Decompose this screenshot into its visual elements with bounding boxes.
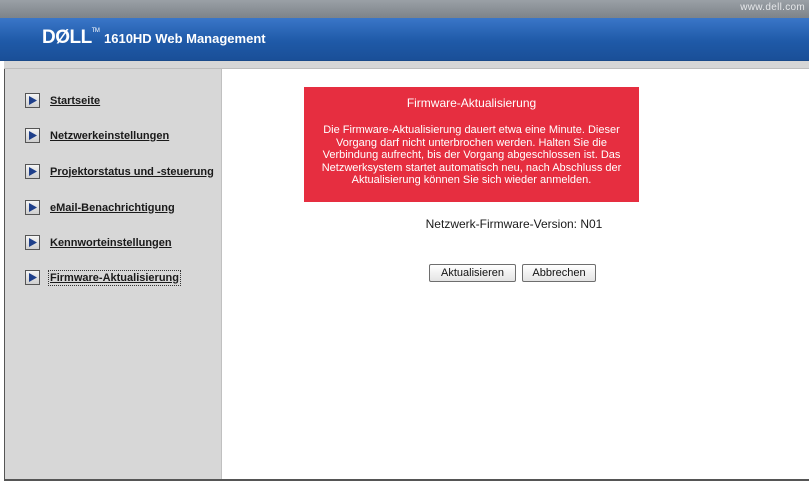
play-arrow-icon[interactable]	[25, 200, 40, 215]
update-button[interactable]: Aktualisieren	[429, 264, 516, 282]
site-url[interactable]: www.dell.com	[740, 2, 805, 13]
sidebar-item-label[interactable]: Projektorstatus und -steuerung	[50, 166, 214, 178]
cancel-button[interactable]: Abbrechen	[522, 264, 596, 282]
firmware-warning-box: Firmware-Aktualisierung Die Firmware-Akt…	[304, 87, 639, 202]
play-arrow-icon[interactable]	[25, 128, 40, 143]
sidebar-item-projektorstatus[interactable]: Projektorstatus und -steuerung	[25, 164, 214, 179]
action-buttons: Aktualisieren Abbrechen	[429, 264, 596, 282]
sidebar-item-label[interactable]: Netzwerkeinstellungen	[50, 130, 169, 142]
dell-logo: DØLLTM	[42, 27, 100, 48]
sidebar-item-kennworteinstellungen[interactable]: Kennworteinstellungen	[25, 235, 172, 250]
sidebar: Startseite Netzwerkeinstellungen Projekt…	[5, 69, 222, 479]
sidebar-item-label[interactable]: eMail-Benachrichtigung	[50, 202, 175, 214]
play-arrow-icon[interactable]	[25, 164, 40, 179]
play-arrow-icon[interactable]	[25, 93, 40, 108]
warning-message: Die Firmware-Aktualisierung dauert etwa …	[321, 124, 622, 186]
main-content: Firmware-Aktualisierung Die Firmware-Akt…	[222, 69, 809, 479]
firmware-version-text: Netzwerk-Firmware-Version: N01	[425, 217, 603, 231]
sidebar-item-firmware[interactable]: Firmware-Aktualisierung	[25, 269, 181, 286]
top-bar: www.dell.com	[0, 0, 809, 18]
sidebar-item-netzwerkeinstellungen[interactable]: Netzwerkeinstellungen	[25, 128, 169, 143]
header-separator	[4, 61, 809, 69]
header-banner: DØLLTM 1610HD Web Management	[0, 18, 809, 61]
sidebar-item-startseite[interactable]: Startseite	[25, 93, 100, 108]
warning-title: Firmware-Aktualisierung	[406, 96, 537, 110]
sidebar-item-label[interactable]: Firmware-Aktualisierung	[48, 269, 181, 286]
sidebar-item-email[interactable]: eMail-Benachrichtigung	[25, 200, 175, 215]
sidebar-item-label[interactable]: Startseite	[50, 95, 100, 107]
page-title: 1610HD Web Management	[104, 31, 266, 46]
play-arrow-icon[interactable]	[25, 235, 40, 250]
play-arrow-icon[interactable]	[25, 270, 40, 285]
sidebar-item-label[interactable]: Kennworteinstellungen	[50, 237, 172, 249]
